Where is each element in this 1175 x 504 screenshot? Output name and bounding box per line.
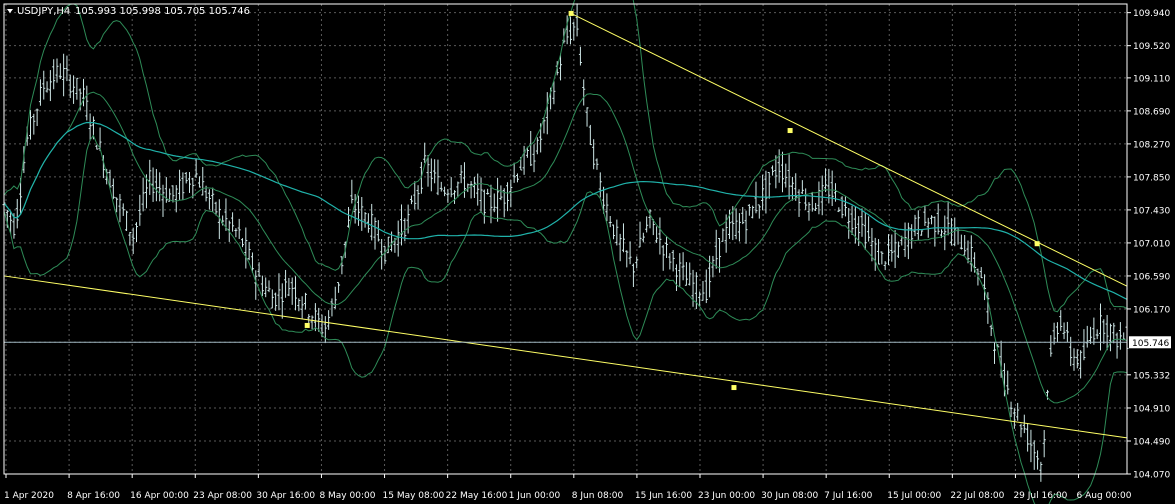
x-tick-label: 1 Jun 00:00 [509,491,561,501]
x-tick-label: 15 Jul 00:00 [887,491,941,501]
current-price-label: 105.746 [1132,339,1169,349]
x-tick-label: 30 Apr 16:00 [256,491,315,501]
x-tick-label: 15 Jun 16:00 [635,491,692,501]
x-tick-label: 29 Jul 16:00 [1013,491,1067,501]
chart-window[interactable]: 109.940 109.520 109.110 108.690 108.270 107.8… [0,0,1175,504]
y-tick-label: 107.430 [1133,206,1170,216]
trendline-anchor [731,385,737,391]
x-tick-label: 16 Apr 00:00 [130,491,189,501]
y-tick-label: 107.850 [1133,173,1170,183]
x-tick-label: 23 Jun 00:00 [698,491,755,501]
y-tick-label: 108.270 [1133,140,1170,150]
x-tick-label: 23 Apr 08:00 [193,491,252,501]
x-tick-label: 8 Jun 08:00 [572,491,624,501]
y-tick-label: 104.910 [1133,404,1170,414]
x-tick-label: 8 Apr 16:00 [67,491,120,501]
y-tick-label: 109.110 [1133,74,1170,84]
y-tick-label: 106.170 [1133,305,1170,315]
y-tick-label: 105.332 [1133,371,1170,381]
x-tick-label: 7 Jul 16:00 [824,491,873,501]
ohlc-label: 105.993 105.998 105.705 105.746 [75,6,250,17]
x-tick-label: 6 Aug 00:00 [1077,491,1132,501]
y-tick-label: 108.690 [1133,107,1170,117]
x-tick-label: 8 May 00:00 [319,491,375,501]
chart-background [0,0,1175,504]
y-tick-label: 109.520 [1133,42,1170,52]
x-tick-label: 15 May 08:00 [383,491,445,501]
trendline-anchor [568,10,574,16]
x-tick-label: 1 Apr 2020 [4,491,54,501]
y-tick-label: 104.070 [1133,471,1170,481]
trendline-anchor [787,128,793,134]
price-chart[interactable]: 109.940 109.520 109.110 108.690 108.270 107.8… [0,0,1175,504]
y-tick-label: 109.940 [1133,9,1170,19]
trendline-anchor [1034,241,1040,247]
y-tick-label: 106.590 [1133,272,1170,282]
x-tick-label: 22 Jul 08:00 [950,491,1004,501]
x-tick-label: 22 May 16:00 [446,491,508,501]
y-tick-label: 107.010 [1133,239,1170,249]
symbol-label: USDJPY,H4 [17,6,70,17]
y-tick-label: 104.490 [1133,437,1170,447]
trendline-anchor [304,322,310,328]
x-tick-label: 30 Jun 08:00 [761,491,818,501]
